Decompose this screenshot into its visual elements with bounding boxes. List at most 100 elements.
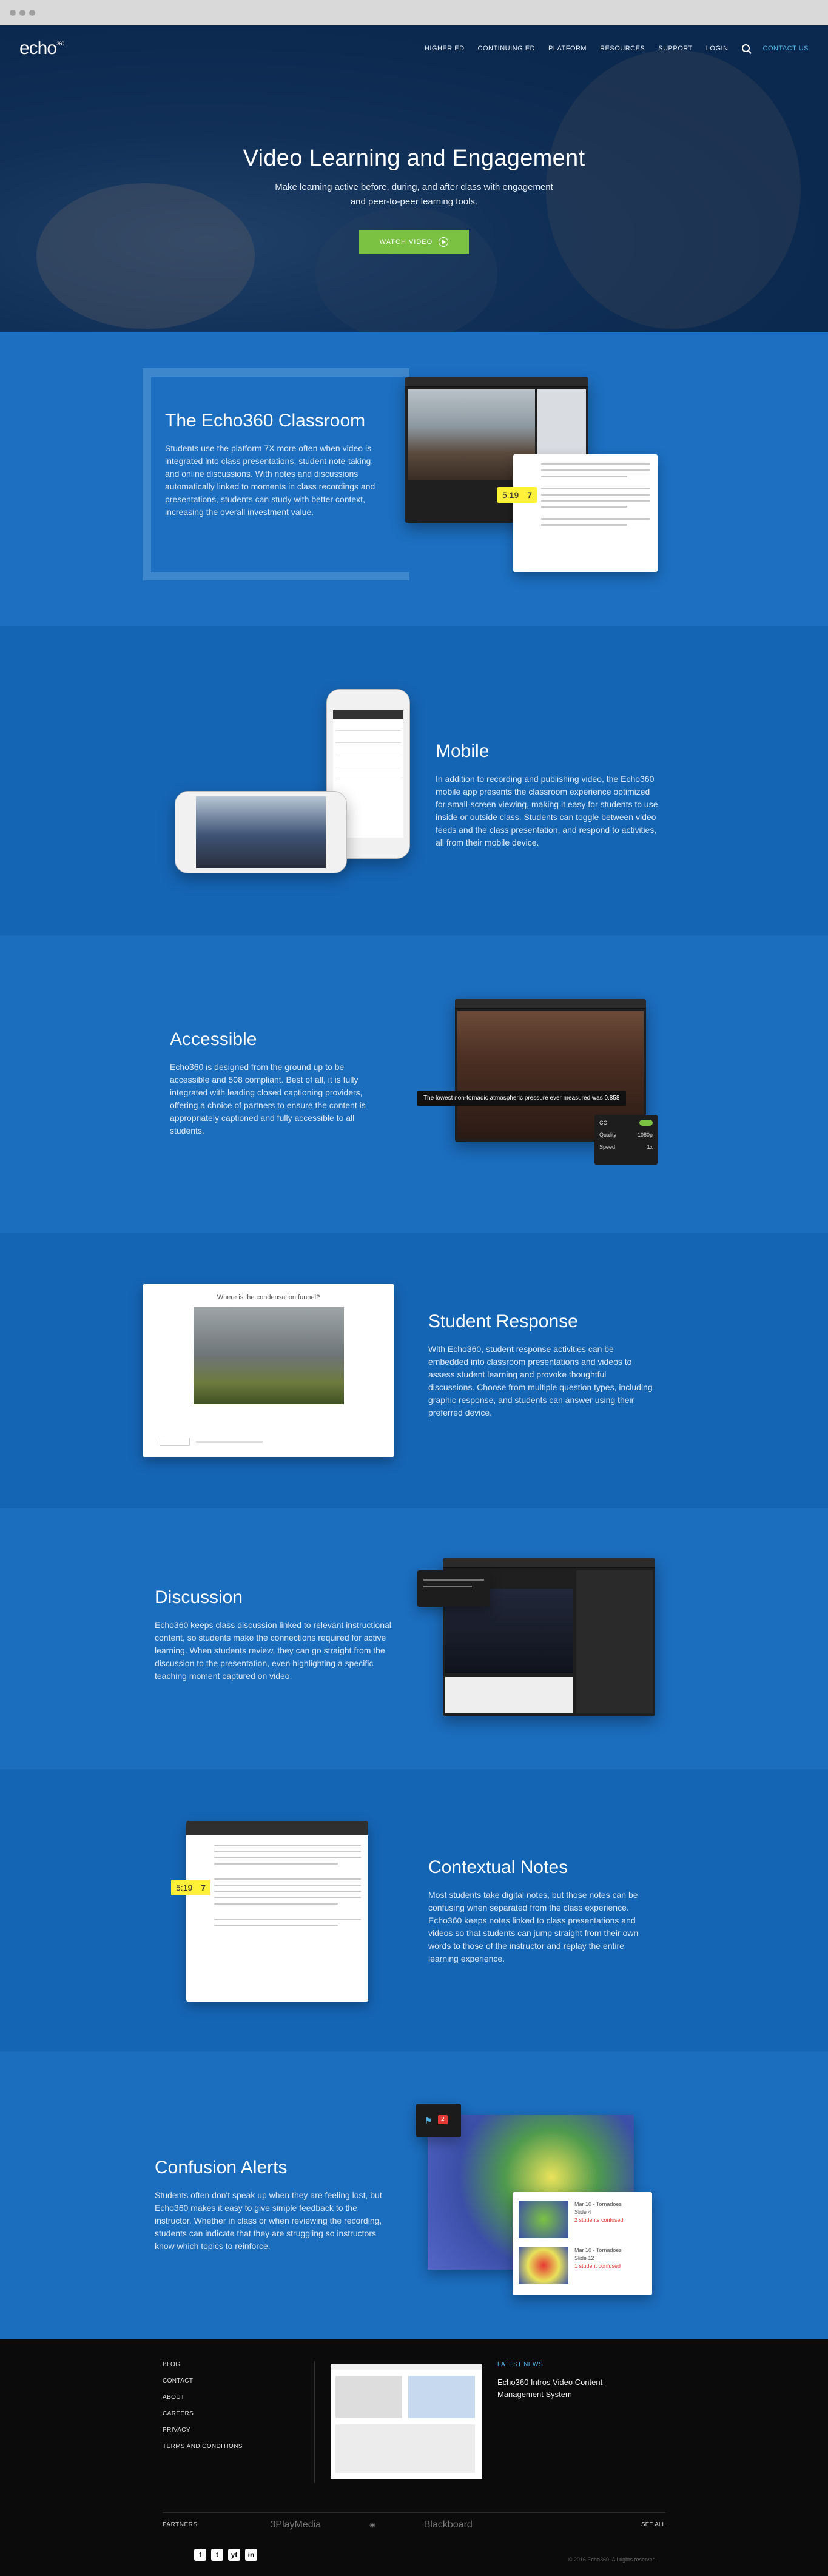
section-body: Students often don't speak up when they … [155, 2190, 382, 2251]
nav-platform[interactable]: PLATFORM [548, 45, 587, 52]
player-toolbar [443, 1558, 655, 1568]
note-line [541, 494, 650, 496]
footer-link-blog[interactable]: BLOG [163, 2361, 243, 2368]
search-icon[interactable] [741, 44, 750, 52]
section-title: Accessible [170, 1029, 257, 1049]
footer-link-terms[interactable]: TERMS AND CONDITIONS [163, 2443, 243, 2450]
notes-card [513, 454, 658, 572]
section-body: Echo360 is designed from the ground up t… [170, 1062, 366, 1135]
alert-thumbnail[interactable] [519, 2247, 568, 2284]
alert-item[interactable]: Mar 10 - Tornadoes Slide 4 2 students co… [574, 2201, 624, 2224]
hero-subtitle-line-1: Make learning active before, during, and… [275, 182, 553, 192]
alert-item[interactable]: Mar 10 - Tornadoes Slide 12 1 student co… [574, 2247, 622, 2270]
closed-caption: The lowest non-tornadic atmospheric pres… [417, 1091, 626, 1106]
news-screenshot[interactable] [331, 2364, 482, 2479]
quality-row: Quality 1080p [599, 1132, 653, 1138]
linkedin-icon[interactable]: in [245, 2549, 257, 2561]
footer-divider [314, 2361, 315, 2483]
section-contextual-notes: 5:19 7 Contextual Notes Most students ta… [0, 1769, 828, 2051]
logo-text: echo [19, 38, 57, 58]
section-student-response: Where is the condensation funnel? Studen… [0, 1233, 828, 1508]
see-all-partners-link[interactable]: SEE ALL [641, 2521, 665, 2528]
footer: BLOG CONTACT ABOUT CAREERS PRIVACY TERMS… [0, 2339, 828, 2576]
question-card: Where is the condensation funnel? [143, 1284, 394, 1457]
phone-video-screen[interactable] [196, 796, 326, 868]
twitter-icon[interactable]: t [211, 2549, 223, 2561]
nav-support[interactable]: SUPPORT [658, 45, 692, 52]
hero: echo360 HIGHER ED CONTINUING ED PLATFORM… [0, 25, 828, 332]
flag-icon: ⚑ [425, 2116, 433, 2125]
nav-contact-us[interactable]: CONTACT US [763, 45, 809, 52]
phone-list-row [335, 744, 401, 755]
speed-label: Speed [599, 1144, 616, 1150]
note-line [214, 1919, 361, 1920]
logo[interactable]: echo360 [19, 38, 64, 59]
timestamp-count: 7 [527, 490, 533, 500]
phone-list-row [335, 756, 401, 767]
mobile-text: Mobile In addition to recording and publ… [436, 741, 660, 849]
speed-row: Speed 1x [599, 1144, 653, 1150]
latest-news-label: LATEST NEWS [497, 2361, 544, 2368]
section-body: Students use the platform 7X more often … [165, 443, 375, 517]
phone-list-row [335, 720, 401, 731]
timestamp-badge[interactable]: 5:19 7 [171, 1880, 211, 1895]
nav-continuing-ed[interactable]: CONTINUING ED [478, 45, 536, 52]
confusion-alert-list: Mar 10 - Tornadoes Slide 4 2 students co… [513, 2192, 652, 2295]
youtube-icon[interactable]: yt [228, 2549, 240, 2561]
speed-select[interactable]: 1x [647, 1144, 653, 1150]
footer-link-contact[interactable]: CONTACT [163, 2378, 243, 2384]
student-response-text: Student Response With Echo360, student r… [428, 1311, 653, 1419]
timestamp-badge[interactable]: 5:19 7 [497, 487, 537, 503]
note-line [214, 1885, 361, 1886]
answer-button[interactable] [160, 1438, 190, 1446]
alert-slide: Slide 12 [574, 2255, 594, 2261]
facebook-icon[interactable]: f [194, 2549, 206, 2561]
partners-label: PARTNERS [163, 2521, 198, 2528]
watch-video-button[interactable]: WATCH VIDEO [358, 230, 470, 254]
confusion-flag-card[interactable]: ⚑ 2 [416, 2104, 461, 2137]
confusion-text: Confusion Alerts Students often don't sp… [155, 2157, 391, 2253]
window-dot-icon [10, 10, 16, 16]
note-line [541, 469, 650, 471]
alert-thumbnail[interactable] [519, 2201, 568, 2238]
cc-toggle[interactable] [639, 1120, 653, 1126]
section-confusion-alerts: Confusion Alerts Students often don't sp… [0, 2051, 828, 2339]
hero-subtitle: Make learning active before, during, and… [0, 180, 828, 209]
partner-logo-blackboard[interactable]: Blackboard [424, 2520, 473, 2531]
nav-links: HIGHER ED CONTINUING ED PLATFORM RESOURC… [425, 44, 809, 52]
question-text: Where is the condensation funnel? [217, 1294, 320, 1301]
nav-higher-ed[interactable]: HIGHER ED [425, 45, 465, 52]
copyright: © 2016 Echo360. All rights reserved. [568, 2557, 657, 2563]
logo-mark: 360 [56, 40, 64, 47]
notes-toolbar [186, 1821, 368, 1835]
section-title: The Echo360 Classroom [165, 411, 366, 431]
quality-select[interactable]: 1080p [638, 1132, 653, 1138]
play-icon [439, 237, 449, 247]
note-line [214, 1851, 361, 1852]
note-line [214, 1925, 338, 1926]
alert-slide: Slide 4 [574, 2209, 591, 2215]
player-settings-panel: CC Quality 1080p Speed 1x [594, 1115, 658, 1165]
section-discussion: Discussion Echo360 keeps class discussio… [0, 1508, 828, 1769]
section-title: Confusion Alerts [155, 2157, 288, 2177]
timestamp-count: 7 [201, 1883, 206, 1892]
nav-resources[interactable]: RESOURCES [600, 45, 645, 52]
slide-thumbnails[interactable] [445, 1677, 573, 1713]
discussion-post[interactable] [417, 1570, 490, 1607]
partner-logo-3playmedia[interactable]: 3PlayMedia [271, 2520, 321, 2531]
section-body: Echo360 keeps class discussion linked to… [155, 1620, 391, 1681]
section-body: With Echo360, student response activitie… [428, 1344, 653, 1417]
footer-link-about[interactable]: ABOUT [163, 2394, 243, 2401]
notes-editor [186, 1821, 368, 2002]
news-shot-block [408, 2376, 475, 2418]
latest-news-link[interactable]: Echo360 Intros Video Content Management … [497, 2376, 631, 2401]
footer-link-privacy[interactable]: PRIVACY [163, 2427, 243, 2433]
social-links: f t yt in [194, 2549, 257, 2561]
tornado-image[interactable] [193, 1307, 344, 1404]
partner-logo-seal[interactable]: ◉ [369, 2521, 375, 2529]
discussion-panel [576, 1570, 653, 1713]
nav-login[interactable]: LOGIN [706, 45, 729, 52]
footer-link-careers[interactable]: CAREERS [163, 2410, 243, 2417]
classroom-text: The Echo360 Classroom Students use the p… [165, 411, 383, 519]
note-line [541, 488, 650, 489]
